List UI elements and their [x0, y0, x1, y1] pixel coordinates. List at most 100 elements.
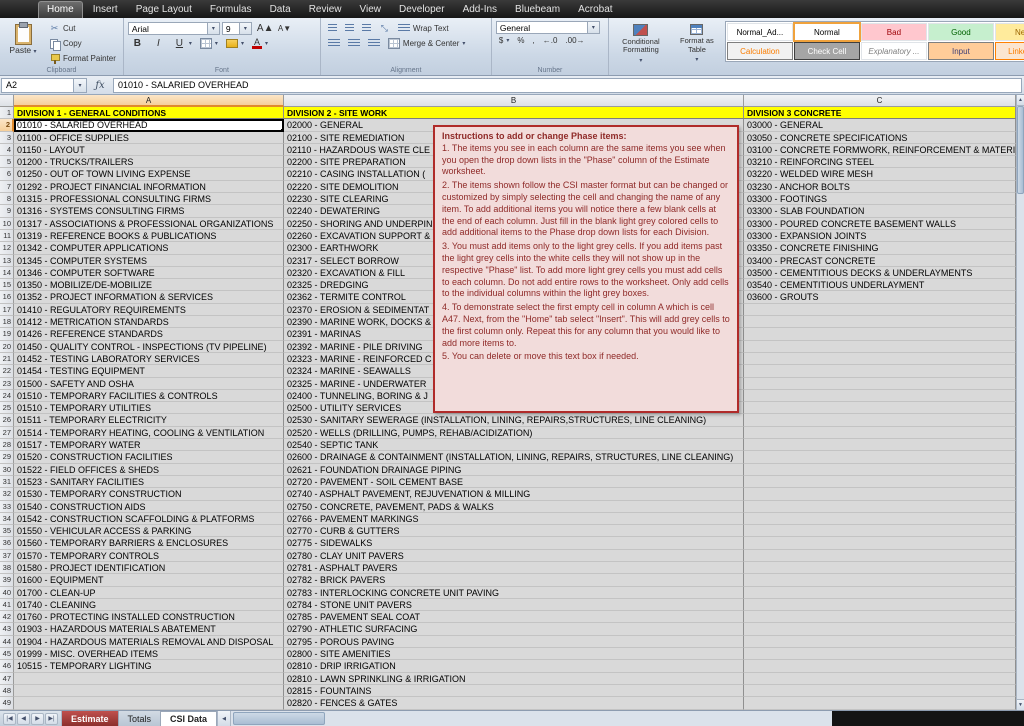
scroll-up-icon[interactable]: ▲ [1017, 95, 1024, 106]
cell-B38[interactable]: 02781 - ASPHALT PAVERS [284, 562, 744, 574]
row-header-44[interactable]: 44 [0, 636, 14, 648]
ribbon-tab-acrobat[interactable]: Acrobat [570, 2, 620, 18]
conditional-formatting-button[interactable]: Conditional Formatting ▾ [613, 21, 669, 65]
cell-B35[interactable]: 02770 - CURB & GUTTERS [284, 525, 744, 537]
cell-C22[interactable] [744, 365, 1016, 377]
cell-C45[interactable] [744, 648, 1016, 660]
row-header-23[interactable]: 23 [0, 378, 14, 390]
style-good[interactable]: Good [928, 23, 994, 41]
ribbon-tab-formulas[interactable]: Formulas [202, 2, 260, 18]
cell-A13[interactable]: 01345 - COMPUTER SYSTEMS [14, 255, 284, 267]
cell-A21[interactable]: 01452 - TESTING LABORATORY SERVICES [14, 353, 284, 365]
cut-button[interactable]: ✂Cut [46, 21, 119, 36]
row-header-47[interactable]: 47 [0, 673, 14, 685]
row-header-30[interactable]: 30 [0, 464, 14, 476]
cell-A44[interactable]: 01904 - HAZARDOUS MATERIALS REMOVAL AND … [14, 636, 284, 648]
row-header-7[interactable]: 7 [0, 181, 14, 193]
style-explanatory[interactable]: Explanatory ... [861, 42, 927, 60]
cell-A7[interactable]: 01292 - PROJECT FINANCIAL INFORMATION [14, 181, 284, 193]
row-header-34[interactable]: 34 [0, 513, 14, 525]
cell-C15[interactable]: 03540 - CEMENTITIOUS UNDERLAYMENT [744, 279, 1016, 291]
cell-C12[interactable]: 03350 - CONCRETE FINISHING [744, 242, 1016, 254]
cell-A37[interactable]: 01570 - TEMPORARY CONTROLS [14, 550, 284, 562]
cell-A24[interactable]: 01510 - TEMPORARY FACILITIES & CONTROLS [14, 390, 284, 402]
paste-button[interactable]: Paste ▾ [4, 21, 42, 65]
cell-B46[interactable]: 02810 - DRIP IRRIGATION [284, 660, 744, 672]
cell-A1[interactable]: DIVISION 1 - GENERAL CONDITIONS [14, 107, 284, 119]
ribbon-tab-add-ins[interactable]: Add-Ins [455, 2, 505, 18]
cell-C37[interactable] [744, 550, 1016, 562]
cell-A34[interactable]: 01542 - CONSTRUCTION SCAFFOLDING & PLATF… [14, 513, 284, 525]
bold-button[interactable]: B [128, 36, 147, 51]
cell-B42[interactable]: 02785 - PAVEMENT SEAL COAT [284, 611, 744, 623]
cell-A5[interactable]: 01200 - TRUCKS/TRAILERS [14, 156, 284, 168]
row-header-19[interactable]: 19 [0, 328, 14, 340]
ribbon-tab-page-layout[interactable]: Page Layout [128, 2, 200, 18]
cell-C18[interactable] [744, 316, 1016, 328]
column-header-c[interactable]: C [744, 95, 1016, 107]
orientation-button[interactable]: ⤡ [376, 21, 393, 36]
row-header-1[interactable]: 1 [0, 107, 14, 119]
row-header-27[interactable]: 27 [0, 427, 14, 439]
row-header-26[interactable]: 26 [0, 414, 14, 426]
copy-button[interactable]: Copy [46, 36, 119, 51]
format-painter-button[interactable]: Format Painter [46, 51, 119, 66]
sheet-tab-totals[interactable]: Totals [119, 711, 162, 726]
cell-B33[interactable]: 02750 - CONCRETE, PAVEMENT, PADS & WALKS [284, 501, 744, 513]
row-header-39[interactable]: 39 [0, 574, 14, 586]
cell-B27[interactable]: 02520 - WELLS (DRILLING, PUMPS, REHAB/AC… [284, 427, 744, 439]
row-header-24[interactable]: 24 [0, 390, 14, 402]
cell-A36[interactable]: 01560 - TEMPORARY BARRIERS & ENCLOSURES [14, 537, 284, 549]
cell-C20[interactable] [744, 341, 1016, 353]
cell-B43[interactable]: 02790 - ATHLETIC SURFACING [284, 623, 744, 635]
format-as-table-button[interactable]: Format as Table ▾ [673, 21, 721, 65]
cell-A30[interactable]: 01522 - FIELD OFFICES & SHEDS [14, 464, 284, 476]
vertical-scroll-thumb[interactable] [1017, 106, 1024, 194]
cell-A41[interactable]: 01740 - CLEANING [14, 599, 284, 611]
cell-C5[interactable]: 03210 - REINFORCING STEEL [744, 156, 1016, 168]
cell-A2[interactable]: 01010 - SALARIED OVERHEAD [14, 119, 284, 131]
style-input[interactable]: Input [928, 42, 994, 60]
cell-C9[interactable]: 03300 - SLAB FOUNDATION [744, 205, 1016, 217]
cell-A47[interactable] [14, 673, 284, 685]
cell-A14[interactable]: 01346 - COMPUTER SOFTWARE [14, 267, 284, 279]
currency-button[interactable]: $▾ [496, 34, 512, 47]
cell-C38[interactable] [744, 562, 1016, 574]
cell-A15[interactable]: 01350 - MOBILIZE/DE-MOBILIZE [14, 279, 284, 291]
cell-C6[interactable]: 03220 - WELDED WIRE MESH [744, 168, 1016, 180]
cell-A46[interactable]: 10515 - TEMPORARY LIGHTING [14, 660, 284, 672]
cell-A39[interactable]: 01600 - EQUIPMENT [14, 574, 284, 586]
row-header-45[interactable]: 45 [0, 648, 14, 660]
cell-C8[interactable]: 03300 - FOOTINGS [744, 193, 1016, 205]
cell-C39[interactable] [744, 574, 1016, 586]
cell-A38[interactable]: 01580 - PROJECT IDENTIFICATION [14, 562, 284, 574]
cell-A49[interactable] [14, 697, 284, 709]
horizontal-scroll-thumb[interactable] [233, 712, 325, 725]
cell-A25[interactable]: 01510 - TEMPORARY UTILITIES [14, 402, 284, 414]
row-header-46[interactable]: 46 [0, 660, 14, 672]
cell-C24[interactable] [744, 390, 1016, 402]
cell-A10[interactable]: 01317 - ASSOCIATIONS & PROFESSIONAL ORGA… [14, 218, 284, 230]
cell-B48[interactable]: 02815 - FOUNTAINS [284, 685, 744, 697]
cell-A28[interactable]: 01517 - TEMPORARY WATER [14, 439, 284, 451]
row-header-35[interactable]: 35 [0, 525, 14, 537]
align-middle-button[interactable] [342, 22, 357, 35]
align-top-button[interactable] [325, 22, 340, 35]
row-header-18[interactable]: 18 [0, 316, 14, 328]
cell-A9[interactable]: 01316 - SYSTEMS CONSULTING FIRMS [14, 205, 284, 217]
cell-A18[interactable]: 01412 - METRICATION STANDARDS [14, 316, 284, 328]
cell-B34[interactable]: 02766 - PAVEMENT MARKINGS [284, 513, 744, 525]
row-header-20[interactable]: 20 [0, 341, 14, 353]
cell-C28[interactable] [744, 439, 1016, 451]
row-header-43[interactable]: 43 [0, 623, 14, 635]
row-header-5[interactable]: 5 [0, 156, 14, 168]
row-header-29[interactable]: 29 [0, 451, 14, 463]
cell-B32[interactable]: 02740 - ASPHALT PAVEMENT, REJUVENATION &… [284, 488, 744, 500]
ribbon-tab-review[interactable]: Review [301, 2, 350, 18]
cell-A48[interactable] [14, 685, 284, 697]
cell-A32[interactable]: 01530 - TEMPORARY CONSTRUCTION [14, 488, 284, 500]
row-header-17[interactable]: 17 [0, 304, 14, 316]
merge-center-button[interactable]: Merge & Center▾ [385, 36, 468, 51]
cell-C36[interactable] [744, 537, 1016, 549]
row-header-2[interactable]: 2 [0, 119, 14, 131]
